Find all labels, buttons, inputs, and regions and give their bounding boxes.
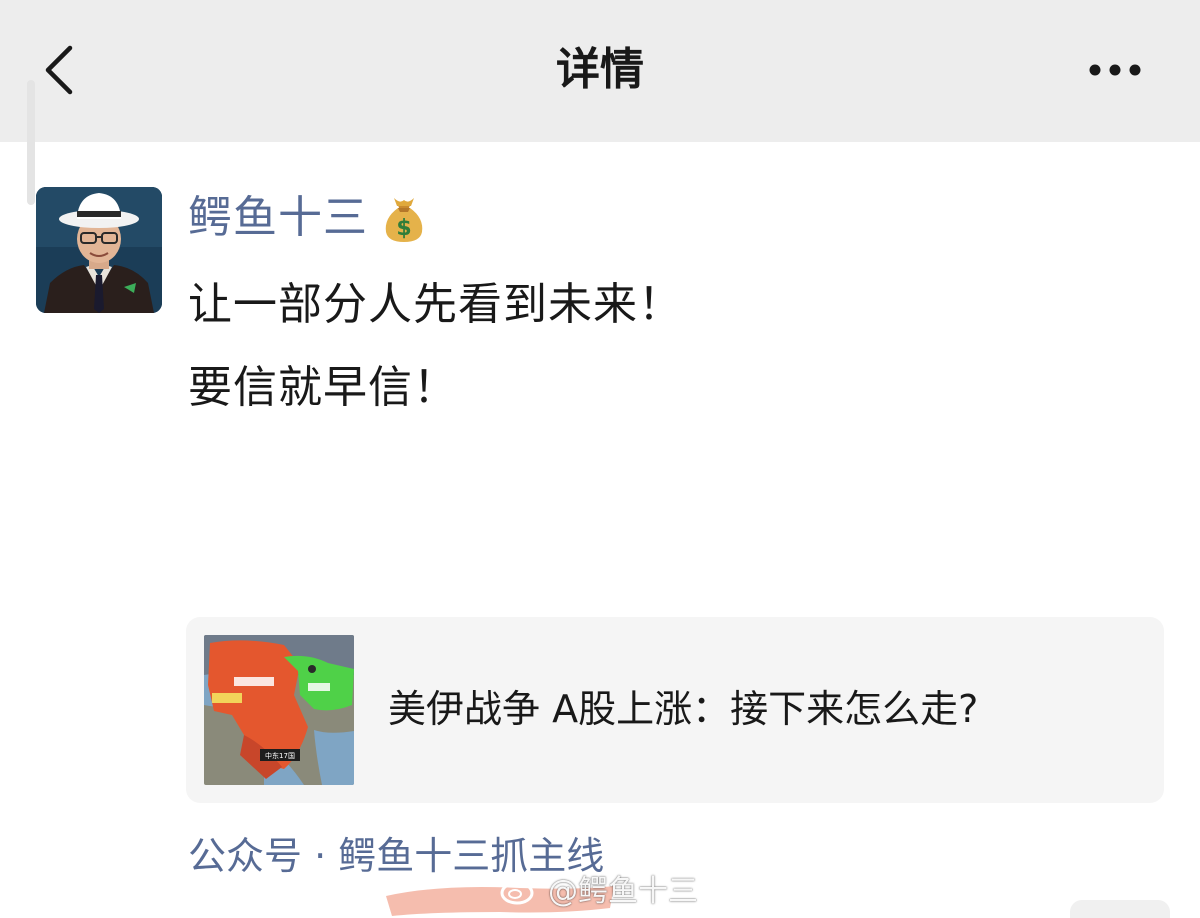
shared-article-card[interactable]: 中东17国 美伊战争 A股上涨：接下来怎么走? <box>186 617 1164 803</box>
author-row: 鳄鱼十三 $ <box>188 186 428 250</box>
post-text-line-1: 让一部分人先看到未来！ <box>188 279 683 330</box>
scroll-indicator <box>27 80 35 205</box>
chevron-left-icon <box>45 45 73 95</box>
moment-detail-page: 详情 鳄鱼十三 $ 让一部分人先看到未来！ 要信就早信！ 中东17国 美伊战争 … <box>0 0 1200 918</box>
back-button[interactable] <box>36 38 92 102</box>
thumbnail-label: 中东17国 <box>265 751 295 760</box>
post-text-line-2: 要信就早信！ <box>188 362 458 413</box>
weibo-watermark: @鳄鱼十三 <box>500 866 698 910</box>
article-title: 美伊战争 A股上涨：接下来怎么走? <box>388 687 979 731</box>
more-options-button[interactable] <box>1080 50 1150 90</box>
watermark-text: @鳄鱼十三 <box>548 874 698 909</box>
author-avatar[interactable] <box>36 187 162 313</box>
svg-text:$: $ <box>396 216 411 241</box>
top-nav-bar: 详情 <box>0 0 1200 142</box>
article-thumbnail: 中东17国 <box>204 635 354 785</box>
bottom-partial-element <box>1070 900 1170 918</box>
page-title: 详情 <box>556 44 644 95</box>
money-bag-emoji-icon: $ <box>385 198 423 242</box>
more-dots-icon <box>1089 64 1141 76</box>
author-name[interactable]: 鳄鱼十三 <box>188 188 368 248</box>
weibo-icon <box>500 875 538 905</box>
